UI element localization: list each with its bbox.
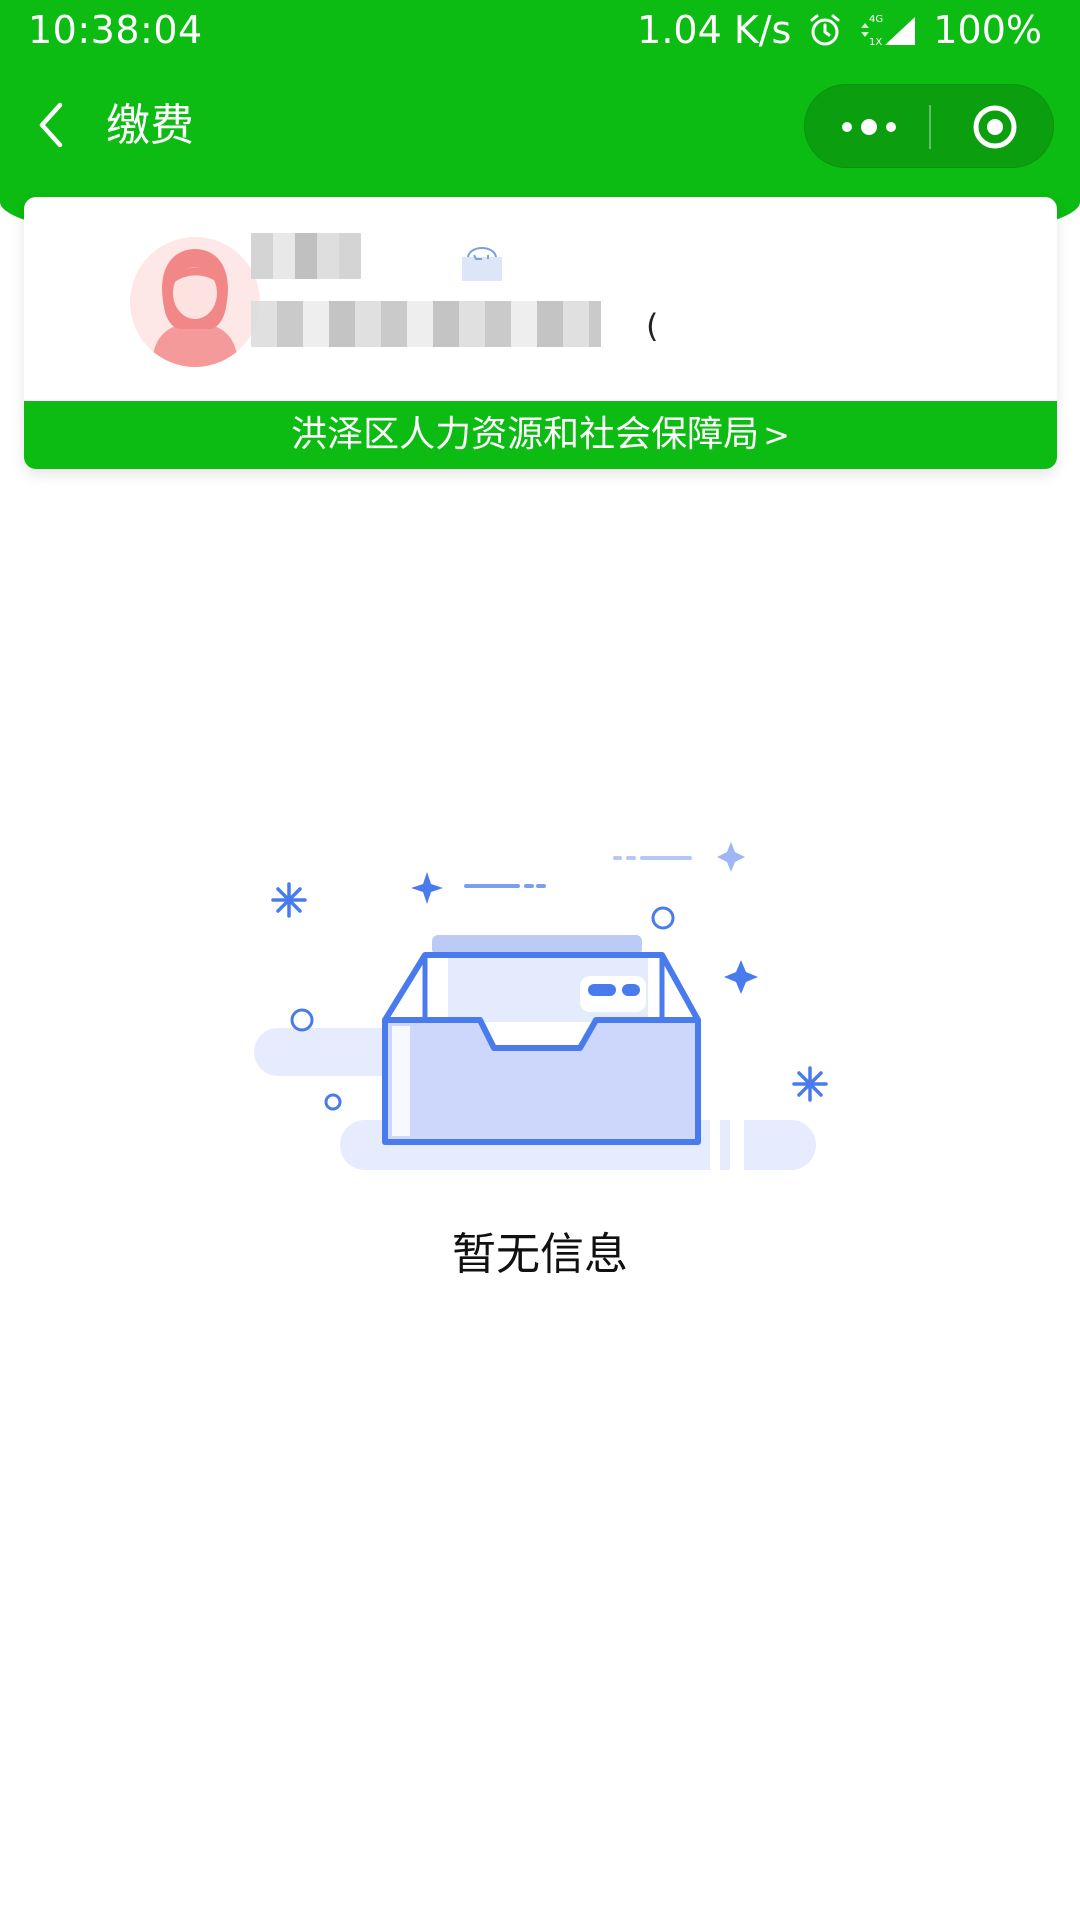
female-avatar-icon <box>130 237 260 367</box>
mini-program-capsule <box>804 84 1054 168</box>
agency-chevron: > <box>763 416 790 454</box>
status-bar: 10:38:04 1.04 K/s 4G 1X 100% <box>0 0 1080 64</box>
capsule-divider <box>929 105 931 149</box>
signal-4g-icon: 4G 1X <box>861 14 916 48</box>
user-info-card: ( 洪泽区人力资源和社会保障局 > <box>24 197 1057 469</box>
id-tail: ( <box>646 307 659 345</box>
deco-circle-2 <box>290 1008 314 1032</box>
page-title: 缴费 <box>106 100 194 151</box>
empty-message: 暂无信息 <box>452 1229 628 1280</box>
status-time: 10:38:04 <box>28 8 203 52</box>
asterisk-left <box>271 882 307 918</box>
deco-circle-1 <box>651 906 675 930</box>
agency-name: 洪泽区人力资源和社会保障局 <box>291 414 760 455</box>
empty-inbox-illustration <box>254 842 828 1170</box>
alarm-icon <box>810 14 840 46</box>
name-mosaic <box>251 233 361 279</box>
sparkle-1 <box>411 872 443 904</box>
battery-level: 100% <box>933 8 1042 52</box>
avatar-figure <box>152 249 238 367</box>
network-speed: 1.04 K/s <box>637 8 792 52</box>
sparkle-3 <box>724 960 758 994</box>
target-close-icon[interactable] <box>971 103 1019 151</box>
more-dots-icon[interactable] <box>837 109 901 145</box>
status-right-group: 1.04 K/s 4G 1X 100% <box>637 8 1042 52</box>
svg-text:1X: 1X <box>869 37 882 48</box>
deco-circle-3 <box>324 1093 342 1111</box>
chevron-left-icon[interactable] <box>28 95 78 155</box>
agency-link[interactable]: 洪泽区人力资源和社会保障局 > <box>24 401 1057 469</box>
box-body <box>382 1017 701 1145</box>
sparkle-2 <box>717 842 745 872</box>
verified-badge-icon <box>462 247 502 281</box>
svg-text:4G: 4G <box>869 14 883 25</box>
asterisk-right <box>792 1066 828 1102</box>
id-mosaic <box>251 301 601 347</box>
